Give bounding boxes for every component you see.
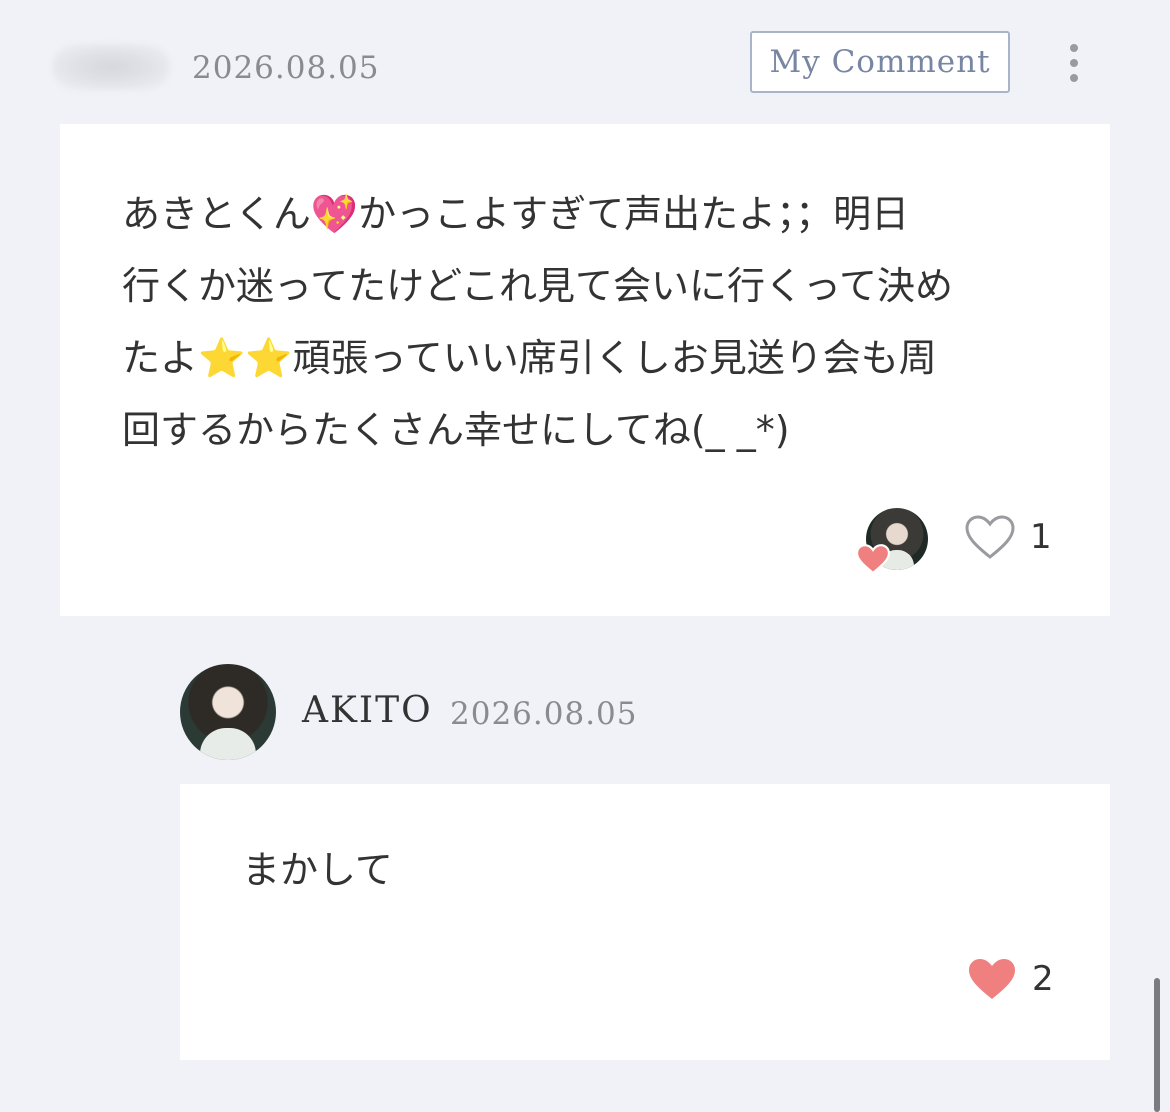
- reply-author-name: AKITO: [302, 690, 433, 731]
- reply-date: 2026.08.05: [450, 696, 638, 732]
- liked-by-heart-icon: [856, 544, 890, 574]
- reply-text: まかして: [242, 848, 393, 892]
- more-dot-icon: [1070, 59, 1078, 67]
- like-button[interactable]: 1: [964, 514, 1052, 560]
- heart-outline-icon: [965, 515, 1015, 559]
- my-comment-button[interactable]: My Comment: [750, 31, 1010, 93]
- more-dot-icon: [1070, 44, 1078, 52]
- comment-date: 2026.08.05: [192, 50, 380, 86]
- reply-like-button[interactable]: 2: [966, 956, 1054, 1002]
- scrollbar[interactable]: [1154, 978, 1160, 1112]
- heart-filled-icon: [969, 959, 1015, 999]
- comment-text: あきとくん💖かっこよすぎて声出たよ；；明日 行くか迷ってたけどこれ見て会いに行く…: [122, 192, 954, 452]
- blurred-author-name: [52, 44, 170, 90]
- reply-card: まかして 2: [180, 784, 1110, 1060]
- comment-thread: 2026.08.05 My Comment あきとくん💖かっこよすぎて声出たよ；…: [0, 0, 1170, 1112]
- reply-author-avatar[interactable]: [180, 664, 276, 760]
- comment-card: あきとくん💖かっこよすぎて声出たよ；；明日 行くか迷ってたけどこれ見て会いに行く…: [60, 124, 1110, 616]
- like-count: 1: [1030, 517, 1052, 557]
- more-options-button[interactable]: [1058, 40, 1090, 86]
- more-dot-icon: [1070, 74, 1078, 82]
- reply-like-count: 2: [1032, 959, 1054, 999]
